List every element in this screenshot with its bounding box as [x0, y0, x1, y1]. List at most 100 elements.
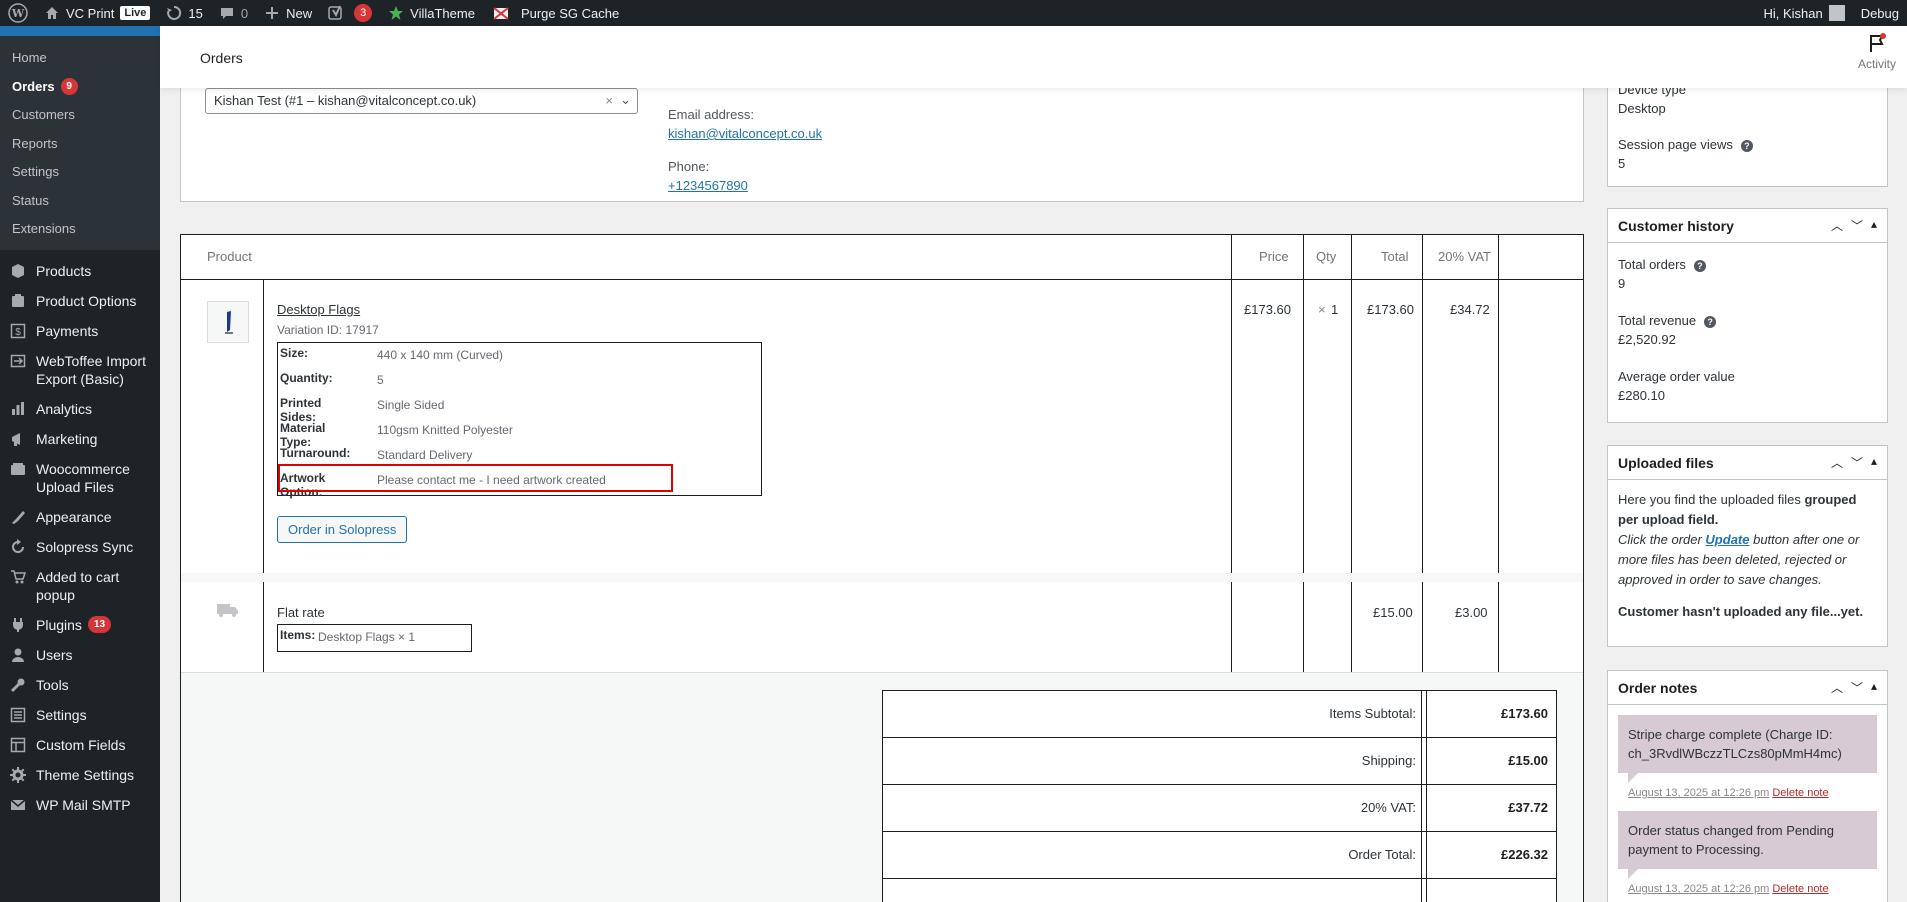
product-name-link[interactable]: Desktop Flags — [277, 302, 360, 317]
site-name-link[interactable]: VC Print Live — [36, 0, 158, 26]
order-in-solopress-button[interactable]: Order in Solopress — [277, 516, 408, 543]
delete-note-link[interactable]: Delete note — [1772, 787, 1828, 799]
delete-note-link[interactable]: Delete note — [1772, 883, 1828, 895]
triangle-up-icon[interactable]: ▴ — [1871, 454, 1877, 471]
menu-products[interactable]: Products — [0, 256, 160, 286]
help-icon[interactable]: ? — [1693, 259, 1706, 272]
activity-button[interactable]: Activity — [1847, 32, 1907, 71]
order-data-panel: Kishan Test (#1 – kishan@vitalconcept.co… — [180, 78, 1584, 202]
yoast-link[interactable]: 3 — [320, 0, 380, 26]
submenu-extensions[interactable]: Extensions — [0, 215, 160, 244]
updates-count: 15 — [188, 5, 203, 21]
triangle-up-icon[interactable]: ▴ — [1871, 679, 1877, 696]
help-icon[interactable]: ? — [1740, 139, 1753, 152]
menu-upload-files[interactable]: Woocommerce Upload Files — [0, 454, 160, 502]
menu-theme-settings[interactable]: Theme Settings — [0, 760, 160, 790]
meta-key: Quantity: — [280, 371, 333, 385]
item-vat: £34.72 — [1450, 302, 1490, 317]
woocommerce-menu-highlight — [0, 26, 160, 36]
column-divider — [263, 280, 264, 672]
menu-marketing[interactable]: Marketing — [0, 424, 160, 454]
menu-label: Appearance — [36, 508, 112, 525]
chevron-down-icon[interactable]: ⌄ — [620, 92, 631, 108]
submenu-reports[interactable]: Reports — [0, 130, 160, 159]
my-account-link[interactable]: Hi, Kishan — [1755, 0, 1852, 26]
clear-icon[interactable]: × — [605, 93, 613, 108]
submenu-label: Home — [12, 50, 47, 65]
villatheme-link[interactable]: VillaTheme — [380, 0, 483, 26]
order-notes-box: Order notes ︿ ﹀ ▴ Stripe charge complete (… — [1607, 670, 1888, 902]
menu-plugins[interactable]: Plugins 13 — [0, 610, 160, 640]
theme-settings-icon — [8, 766, 28, 784]
comments-link[interactable]: 0 — [211, 0, 256, 26]
uploaded-files-body: Here you find the uploaded files grouped… — [1608, 480, 1887, 632]
submenu-orders[interactable]: Orders 9 — [0, 73, 160, 102]
menu-custom-fields[interactable]: Custom Fields — [0, 730, 160, 760]
wordpress-logo[interactable]: W — [0, 0, 36, 26]
header-qty: Qty — [1316, 249, 1337, 264]
shipping-method-name: Flat rate — [277, 605, 325, 620]
menu-added-to-cart[interactable]: Added to cart popup — [0, 562, 160, 610]
menu-settings[interactable]: Settings — [0, 700, 160, 730]
menu-tools[interactable]: Tools — [0, 670, 160, 700]
chevron-up-icon[interactable]: ︿ — [1831, 454, 1843, 471]
submenu-label: Status — [12, 192, 49, 208]
chevron-up-icon[interactable]: ︿ — [1831, 217, 1843, 234]
updates-link[interactable]: 15 — [158, 0, 210, 26]
note-meta: August 13, 2025 at 12:26 pm Delete note — [1628, 883, 1877, 895]
submenu-customers[interactable]: Customers — [0, 101, 160, 130]
item-price: £173.60 — [1244, 302, 1291, 317]
chevron-down-icon[interactable]: ﹀ — [1851, 679, 1863, 696]
yoast-count: 3 — [354, 4, 373, 22]
menu-product-options[interactable]: Product Options — [0, 286, 160, 316]
note-meta: August 13, 2025 at 12:26 pm Delete note — [1628, 787, 1877, 799]
uploaded-files-box: Uploaded files ︿ ﹀ ▴ Here you find the upl… — [1607, 445, 1888, 647]
chevron-up-icon[interactable]: ︿ — [1831, 679, 1843, 696]
chevron-down-icon[interactable]: ﹀ — [1851, 217, 1863, 234]
shipping-meta-box: Items: Desktop Flags × 1 — [277, 624, 472, 652]
submenu-status[interactable]: Status — [0, 187, 160, 216]
debug-link[interactable]: Debug — [1853, 0, 1907, 26]
villatheme-label: VillaTheme — [410, 5, 475, 21]
meta-value: 110gsm Knitted Polyester — [377, 423, 513, 437]
orders-count-badge: 9 — [60, 78, 78, 96]
help-icon[interactable]: ? — [1704, 315, 1717, 328]
menu-webtoffee[interactable]: WebToffee Import Export (Basic) — [0, 346, 160, 394]
activity-label: Activity — [1857, 57, 1896, 71]
totals-label: Items Subtotal: — [1329, 706, 1416, 721]
email-link[interactable]: kishan@vitalconcept.co.uk — [668, 126, 822, 141]
menu-solopress-sync[interactable]: Solopress Sync — [0, 532, 160, 562]
phone-link[interactable]: +1234567890 — [668, 178, 748, 193]
variation-label: Variation ID: — [277, 323, 343, 337]
menu-analytics[interactable]: Analytics — [0, 394, 160, 424]
customer-select[interactable]: Kishan Test (#1 – kishan@vitalconcept.co… — [205, 88, 638, 114]
menu-wp-mail-smtp[interactable]: WP Mail SMTP — [0, 790, 160, 820]
totals-value: £15.00 — [1508, 753, 1548, 768]
order-items-table: Product Price Qty Total 20% VAT Desktop … — [180, 234, 1584, 902]
variation-value: 17917 — [345, 323, 379, 337]
woocommerce-header: Orders Activity — [160, 26, 1907, 88]
new-content-link[interactable]: New — [256, 0, 320, 26]
menu-appearance[interactable]: Appearance — [0, 502, 160, 532]
product-meta-box: Size: 440 x 140 mm (Curved) Quantity: 5 Pr… — [277, 342, 762, 499]
menu-users[interactable]: Users — [0, 640, 160, 670]
menu-label: Tools — [36, 676, 69, 693]
customer-history-body: Total orders? 9 Total revenue? £2,520.92… — [1608, 243, 1887, 415]
submenu-settings[interactable]: Settings — [0, 158, 160, 187]
sg-cache-icon — [493, 7, 509, 20]
header-product: Product — [207, 249, 252, 264]
update-link[interactable]: Update — [1705, 532, 1749, 547]
uploaded-files-title: Uploaded files — [1618, 454, 1714, 471]
menu-payments[interactable]: $ Payments — [0, 316, 160, 346]
purge-label: Purge SG Cache — [520, 5, 620, 21]
menu-label: Analytics — [36, 400, 93, 417]
submenu-home[interactable]: Home — [0, 44, 160, 73]
meta-value: 440 x 140 mm (Curved) — [377, 348, 504, 362]
chevron-down-icon[interactable]: ﹀ — [1851, 454, 1863, 471]
users-icon — [8, 646, 28, 664]
menu-label: Custom Fields — [36, 736, 126, 753]
product-thumbnail[interactable] — [207, 301, 249, 343]
plugins-icon — [8, 616, 28, 634]
purge-cache-link[interactable]: Purge SG Cache — [483, 0, 627, 26]
triangle-up-icon[interactable]: ▴ — [1871, 217, 1877, 234]
